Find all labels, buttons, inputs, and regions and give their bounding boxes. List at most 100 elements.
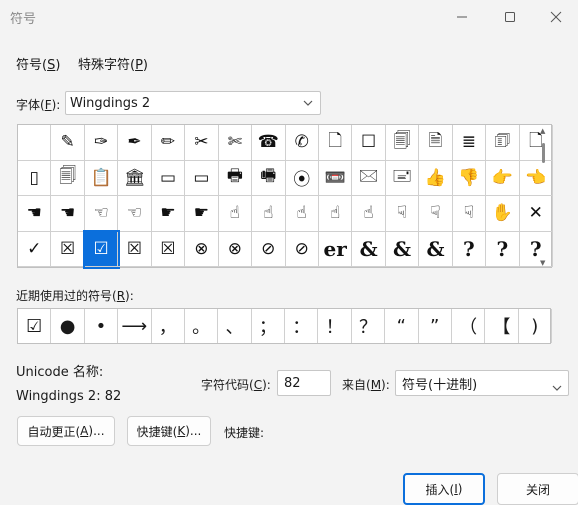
symbol-cell[interactable]: ☒ [118, 231, 152, 267]
from-label-prefix: 来自( [342, 378, 371, 392]
symbol-cell[interactable]: ☑ [82, 229, 121, 269]
symbol-cell[interactable]: 👎 [452, 160, 487, 196]
shortcut-key-button[interactable]: 快捷键(K)... [127, 416, 211, 446]
symbol-cell[interactable]: ☝ [218, 196, 253, 232]
font-label-prefix: 字体( [16, 98, 45, 112]
recent-symbol-cell[interactable]: ” [419, 309, 452, 343]
symbol-cell[interactable]: ☐ [352, 125, 386, 161]
scrollbar-thumb[interactable] [542, 143, 545, 163]
symbol-cell[interactable]: ✄ [218, 125, 253, 161]
symbol-grid-scrollbar[interactable]: ▲ ▼ [540, 125, 548, 269]
symbol-cell[interactable]: 👍 [419, 160, 453, 196]
symbol-cell[interactable]: ☜ [84, 196, 119, 232]
recent-symbol-cell[interactable]: ！ [318, 309, 352, 343]
symbol-cell[interactable]: 🖂 [352, 160, 386, 196]
symbol-cell[interactable]: 🗊 [486, 125, 520, 161]
symbol-cell[interactable]: 🖷 [252, 160, 286, 196]
symbol-cell[interactable]: ⊗ [185, 231, 219, 267]
tab-special-characters[interactable]: 特殊字符(P) [78, 52, 148, 75]
symbol-cell[interactable]: ✏ [151, 125, 186, 161]
symbol-cell[interactable]: ⊘ [252, 231, 286, 267]
recent-symbol-cell[interactable]: 【 [485, 309, 519, 343]
tab-symbols[interactable]: 符号(S) [16, 52, 60, 75]
symbol-cell[interactable]: ☚ [18, 196, 52, 232]
symbol-cell[interactable]: & [385, 231, 420, 267]
symbol-cell[interactable]: 🖃 [385, 160, 420, 196]
symbol-cell[interactable]: & [352, 231, 386, 267]
recent-symbol-cell[interactable]: • [85, 309, 119, 343]
symbol-cell[interactable]: ✒ [118, 125, 152, 161]
recent-symbol-cell[interactable]: ⟶ [118, 309, 152, 343]
autocorrect-button[interactable]: 自动更正(A)... [17, 416, 115, 446]
recent-symbol-cell[interactable]: （ [452, 309, 486, 343]
recent-symbol-cell[interactable]: “ [385, 309, 419, 343]
close-button[interactable]: 关闭 [497, 473, 578, 505]
symbol-cell[interactable]: ☟ [452, 196, 487, 232]
scroll-down-icon[interactable]: ▼ [540, 259, 545, 267]
recent-symbol-cell[interactable]: 、 [218, 309, 252, 343]
maximize-button[interactable] [490, 4, 530, 30]
symbol-cell[interactable]: ☎ [252, 125, 286, 161]
chevron-down-icon[interactable] [552, 380, 562, 395]
symbol-cell[interactable]: 🗎 [419, 125, 453, 161]
symbol-cell[interactable]: 🗐 [385, 125, 420, 161]
symbol-cell[interactable]: er [318, 231, 353, 267]
symbol-cell[interactable]: ☛ [151, 196, 186, 232]
scroll-up-icon[interactable]: ▲ [540, 127, 545, 135]
symbol-cell[interactable]: ▯ [18, 160, 52, 196]
symbol-cell[interactable]: ☛ [185, 196, 219, 232]
symbol-cell[interactable]: 👉 [486, 160, 520, 196]
recent-symbol-cell[interactable]: ； [252, 309, 285, 343]
symbol-cell[interactable]: ? [486, 231, 520, 267]
font-select[interactable]: Wingdings 2 [65, 91, 321, 115]
symbol-cell[interactable]: & [419, 231, 453, 267]
symbol-cell[interactable]: ☒ [151, 231, 186, 267]
symbol-cell[interactable]: ✂ [185, 125, 219, 161]
symbol-cell[interactable]: ☜ [118, 196, 152, 232]
symbol-cell[interactable]: ⦿ [285, 160, 319, 196]
symbol-cell[interactable]: ☒ [51, 231, 85, 267]
recent-symbol-cell[interactable]: ☑ [18, 309, 52, 343]
recent-symbol-cell[interactable]: 。 [185, 309, 219, 343]
symbol-cell[interactable]: ✓ [18, 231, 52, 267]
recent-symbol-cell[interactable]: ？ [352, 309, 386, 343]
insert-button[interactable]: 插入(I) [403, 473, 485, 505]
symbol-cell[interactable]: ? [452, 231, 487, 267]
symbol-cell[interactable]: ▭ [185, 160, 219, 196]
symbol-cell[interactable]: 📼 [318, 160, 353, 196]
recent-symbol-cell[interactable]: ● [51, 309, 85, 343]
symbol-cell[interactable]: ✎ [51, 125, 85, 161]
recent-symbol-cell[interactable]: ) [519, 309, 552, 343]
recent-symbol-cell[interactable]: ， [152, 309, 185, 343]
symbol-cell[interactable]: 📋 [84, 160, 119, 196]
symbol-cell[interactable]: ⊘ [285, 231, 319, 267]
recent-symbol-cell[interactable]: ： [285, 309, 319, 343]
symbol-cell[interactable]: ▭ [151, 160, 186, 196]
symbol-cell[interactable]: ☝ [352, 196, 386, 232]
symbol-cell[interactable]: 🗐 [51, 160, 85, 196]
tab-special-key: P [135, 58, 143, 73]
symbol-cell[interactable]: 🖶 [218, 160, 253, 196]
char-code-input[interactable]: 82 [277, 370, 331, 396]
from-select[interactable]: 符号(十进制) [395, 370, 569, 396]
symbol-cell[interactable]: ☝ [285, 196, 319, 232]
chevron-down-icon[interactable] [300, 95, 316, 111]
symbol-cell[interactable]: ≣ [452, 125, 487, 161]
symbol-cell[interactable]: ☝ [318, 196, 353, 232]
symbol-cell[interactable]: ✆ [285, 125, 319, 161]
symbol-cell[interactable]: ✋ [486, 196, 520, 232]
symbol-cell[interactable]: ⊗ [218, 231, 253, 267]
autocorrect-prefix: 自动更正( [27, 424, 81, 439]
close-window-button[interactable] [536, 4, 576, 30]
symbol-cell[interactable]: ☝ [252, 196, 286, 232]
symbol-cell[interactable]: 🏛 [118, 160, 152, 196]
symbol-cell[interactable]: ☟ [385, 196, 420, 232]
minimize-button[interactable] [442, 4, 482, 30]
symbol-cell[interactable] [18, 125, 52, 161]
symbol-cell[interactable]: ✑ [84, 125, 119, 161]
symbol-cell[interactable]: 🗋 [318, 125, 353, 161]
symbol-cell[interactable]: ☟ [419, 196, 453, 232]
window-title: 符号 [10, 12, 37, 27]
unicode-name-value: Wingdings 2: 82 [16, 389, 122, 404]
symbol-cell[interactable]: ☚ [51, 196, 85, 232]
